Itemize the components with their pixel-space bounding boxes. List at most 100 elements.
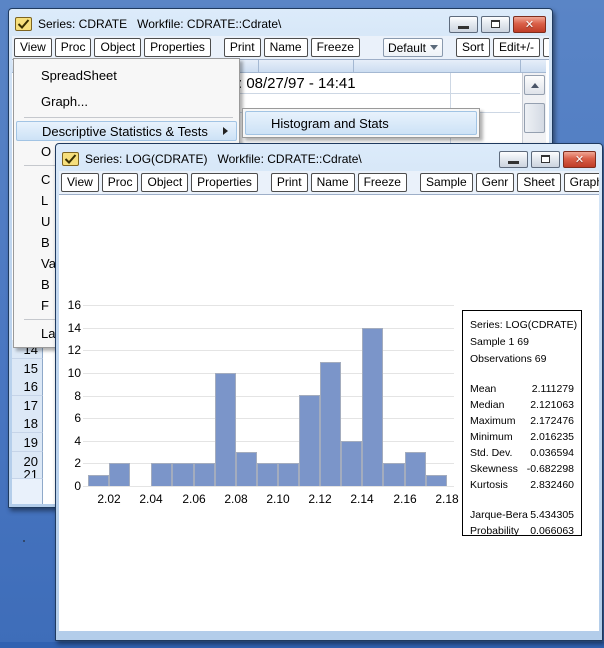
stat-name: Jarque-Bera xyxy=(470,509,528,521)
menu-item-spreadsheet[interactable]: SpreadSheet xyxy=(14,62,239,88)
y-tick-label: 16 xyxy=(59,298,81,312)
menu-item-descriptive-statistics-tests[interactable]: Descriptive Statistics & Tests xyxy=(16,121,237,141)
menu-item-label: C xyxy=(41,172,50,187)
stats-header-line: Sample 1 69 xyxy=(470,334,574,351)
menu-item-graph[interactable]: Graph... xyxy=(14,88,239,114)
toolbar-button-genr[interactable]: Genr xyxy=(476,173,515,192)
menu-item-histogram-and-stats[interactable]: Histogram and Stats xyxy=(245,111,477,135)
maximize-button[interactable] xyxy=(481,16,510,33)
menu-item-label: B xyxy=(41,277,50,292)
histogram-bar xyxy=(151,463,172,486)
stat-row-mean: Mean2.111279 xyxy=(470,381,574,397)
toolbar-button-sample[interactable]: Sample xyxy=(420,173,473,192)
close-button[interactable]: ✕ xyxy=(513,16,546,33)
scroll-up-button[interactable] xyxy=(524,75,545,95)
stat-row-maximum: Maximum2.172476 xyxy=(470,413,574,429)
y-tick-label: 8 xyxy=(59,389,81,403)
row-number-cell[interactable]: 17 xyxy=(12,396,43,415)
toolbar-button-name[interactable]: Name xyxy=(311,173,355,192)
stat-value: 2.111279 xyxy=(532,383,574,395)
menu-item-label: SpreadSheet xyxy=(41,68,117,83)
x-tick-label: 2.06 xyxy=(173,492,215,506)
stat-value: 2.832460 xyxy=(530,479,574,491)
scrollbar-thumb[interactable] xyxy=(524,103,545,133)
toolbar-button-edit[interactable]: Edit+/- xyxy=(493,38,540,57)
titlebar-cdrate[interactable]: Series: CDRATE Workfile: CDRATE::Cdrate\… xyxy=(12,12,549,36)
minimize-button[interactable] xyxy=(449,16,478,33)
toolbar-button-sheet[interactable]: Sheet xyxy=(517,173,560,192)
toolbar-button-object[interactable]: Object xyxy=(94,38,141,57)
stat-value: 0.036594 xyxy=(530,447,574,459)
window-series-log-cdrate: Series: LOG(CDRATE) Workfile: CDRATE::Cd… xyxy=(55,143,603,641)
row-number-cell[interactable]: 15 xyxy=(12,359,43,378)
chevron-down-icon xyxy=(430,45,438,50)
y-tick-label: 0 xyxy=(59,479,81,493)
histogram-bar xyxy=(278,463,299,486)
x-tick-label: 2.04 xyxy=(130,492,172,506)
desktop-bottom-strip xyxy=(0,642,604,648)
row-number-cell[interactable]: 20 xyxy=(12,452,43,471)
toolbar-button-name[interactable]: Name xyxy=(264,38,308,57)
toolbar-button-print[interactable]: Print xyxy=(224,38,261,57)
histogram-bar xyxy=(194,463,215,486)
histogram-view: 02468101214162.022.042.062.082.102.122.1… xyxy=(59,195,599,631)
toolbar-button-proc[interactable]: Proc xyxy=(55,38,92,57)
toolbar-button-graph[interactable]: Graph xyxy=(564,173,599,192)
toolbar-button-print[interactable]: Print xyxy=(271,173,308,192)
y-tick-label: 4 xyxy=(59,434,81,448)
toolbar-button-sort[interactable]: Sort xyxy=(456,38,490,57)
toolbar-log-cdrate: ViewProcObjectProperties PrintNameFreeze S… xyxy=(59,171,599,195)
stat-row-skewness: Skewness-0.682298 xyxy=(470,461,574,477)
histogram-bar xyxy=(405,452,426,486)
menu-item-label: U xyxy=(41,214,50,229)
stat-row-jarque-bera: Jarque-Bera5.434305 xyxy=(470,507,574,523)
x-tick-label: 2.08 xyxy=(215,492,257,506)
toolbar-cdrate: ViewProcObjectPropertiesPrintNameFreeze … xyxy=(12,36,549,60)
y-gridline xyxy=(83,441,454,442)
stat-value: 5.434305 xyxy=(530,509,574,521)
stat-value: 2.016235 xyxy=(530,431,574,443)
toolbar-button-freeze[interactable]: Freeze xyxy=(311,38,360,57)
row-number-cell[interactable]: 16 xyxy=(12,377,43,396)
row-number-cell[interactable]: 18 xyxy=(12,414,43,433)
toolbar-button-properties[interactable]: Properties xyxy=(191,173,258,192)
menu-item-label: O xyxy=(41,144,51,159)
last-updated-cell[interactable]: : 08/27/97 - 14:41 xyxy=(238,75,356,92)
stat-name: Std. Dev. xyxy=(470,447,512,459)
y-gridline xyxy=(83,328,454,329)
menu-item-label: Va xyxy=(41,256,56,271)
titlebar-log-cdrate[interactable]: Series: LOG(CDRATE) Workfile: CDRATE::Cd… xyxy=(59,147,599,171)
stat-name: Kurtosis xyxy=(470,479,508,491)
stat-value: 2.172476 xyxy=(530,415,574,427)
toolbar-button-properties[interactable]: Properties xyxy=(144,38,211,57)
eviews-series-icon xyxy=(62,152,79,166)
stat-name: Probability xyxy=(470,525,519,537)
toolbar-button-object[interactable]: Object xyxy=(141,173,188,192)
minimize-button[interactable] xyxy=(499,151,528,168)
toolbar-button-smpl[interactable]: Smpl+/- xyxy=(543,38,549,57)
histogram-bar xyxy=(172,463,194,486)
toolbar-button-proc[interactable]: Proc xyxy=(102,173,139,192)
toolbar-button-view[interactable]: View xyxy=(61,173,99,192)
row-number-cell[interactable]: 21 xyxy=(12,470,43,479)
close-button[interactable]: ✕ xyxy=(563,151,596,168)
stat-row-median: Median2.121063 xyxy=(470,397,574,413)
stats-header-line: Observations 69 xyxy=(470,351,574,368)
y-tick-label: 12 xyxy=(59,343,81,357)
desktop-speck xyxy=(23,540,25,542)
row-number-cell[interactable]: 19 xyxy=(12,433,43,452)
x-tick-label: 2.10 xyxy=(257,492,299,506)
y-gridline xyxy=(83,373,454,374)
y-gridline xyxy=(83,486,454,487)
stat-row-kurtosis: Kurtosis 2.832460 xyxy=(470,477,574,493)
sample-preset-dropdown[interactable]: Default xyxy=(383,38,443,57)
menu-item-label: B xyxy=(41,235,50,250)
histogram-bar xyxy=(236,452,257,486)
histogram-bar xyxy=(426,475,447,486)
y-gridline xyxy=(83,418,454,419)
toolbar-button-view[interactable]: View xyxy=(14,38,52,57)
window-title: Series: CDRATE Workfile: CDRATE::Cdrate\ xyxy=(38,17,281,31)
y-gridline xyxy=(83,305,454,306)
toolbar-button-freeze[interactable]: Freeze xyxy=(358,173,407,192)
maximize-button[interactable] xyxy=(531,151,560,168)
